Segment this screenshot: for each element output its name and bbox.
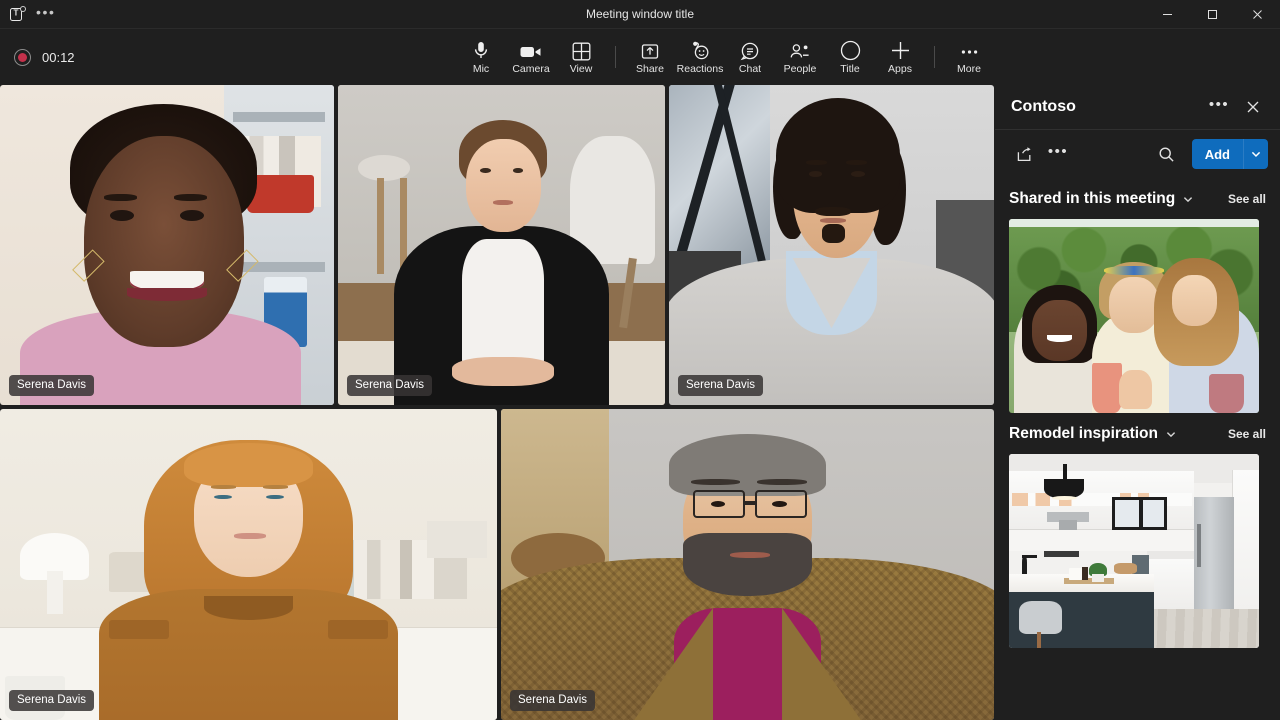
control-label: Chat: [739, 63, 761, 75]
side-panel: Contoso •••: [994, 85, 1280, 720]
video-camera-icon: [519, 39, 543, 61]
video-tile[interactable]: Serena Davis: [501, 409, 994, 720]
participant-video: [501, 409, 994, 720]
microphone-icon: [471, 39, 491, 61]
section-title: Remodel inspiration: [1009, 425, 1158, 443]
panel-header: Contoso •••: [995, 85, 1280, 130]
title-bar-left: T •••: [0, 5, 56, 24]
participant-video: [0, 85, 334, 405]
participant-video: [0, 409, 497, 720]
toolbar-divider: [615, 46, 616, 68]
add-dropdown-button[interactable]: [1243, 139, 1268, 169]
toolbar-divider: [934, 46, 935, 68]
meeting-timer: 00:12: [42, 50, 75, 65]
panel-close-button[interactable]: [1238, 92, 1268, 122]
see-all-link-remodel[interactable]: See all: [1228, 427, 1266, 441]
control-camera[interactable]: Camera: [506, 32, 556, 82]
add-split-button: Add: [1192, 139, 1268, 169]
recording-indicator: 00:12: [0, 49, 75, 66]
control-label: People: [784, 63, 817, 75]
panel-search-button[interactable]: [1152, 139, 1182, 169]
three-women-outdoors-image: [1009, 219, 1259, 413]
chat-bubble-icon: [740, 39, 760, 61]
participant-name: Serena Davis: [9, 375, 94, 396]
video-tile[interactable]: Serena Davis: [669, 85, 994, 405]
section-title: Shared in this meeting: [1009, 190, 1175, 208]
control-apps[interactable]: Apps: [875, 32, 925, 82]
share-screen-icon: [640, 39, 660, 61]
video-grid: Serena Davis Serena Davis: [0, 85, 994, 720]
grid-layout-icon: [572, 39, 591, 61]
participant-video: [338, 85, 665, 405]
panel-share-button[interactable]: [1009, 139, 1039, 169]
chevron-down-icon: [1250, 148, 1262, 160]
ellipsis-icon[interactable]: •••: [36, 5, 56, 24]
control-label: Reactions: [677, 63, 724, 75]
close-icon: [1246, 100, 1260, 114]
shared-image-thumbnail[interactable]: [1009, 219, 1259, 413]
meeting-body: Serena Davis Serena Davis: [0, 85, 1280, 720]
add-button[interactable]: Add: [1192, 139, 1243, 169]
ellipsis-icon: [959, 39, 980, 61]
control-view[interactable]: View: [556, 32, 606, 82]
control-people[interactable]: People: [775, 32, 825, 82]
control-reactions[interactable]: Reactions: [675, 32, 725, 82]
meeting-action-bar: 00:12 Mic: [0, 29, 1280, 85]
control-label: View: [570, 63, 593, 75]
maximize-icon[interactable]: [1190, 0, 1235, 29]
panel-more-button[interactable]: •••: [1204, 92, 1234, 122]
participant-name: Serena Davis: [510, 690, 595, 711]
control-label: Title: [840, 63, 859, 75]
control-label: Apps: [888, 63, 912, 75]
chevron-down-icon[interactable]: [1182, 193, 1194, 205]
ellipsis-icon: •••: [1048, 144, 1068, 165]
circle-icon: [840, 39, 861, 61]
control-share[interactable]: Share: [625, 32, 675, 82]
participant-video: [669, 85, 994, 405]
title-bar: T ••• Meeting window title: [0, 0, 1280, 29]
panel-toolbar: ••• Add: [995, 130, 1280, 178]
participant-name: Serena Davis: [347, 375, 432, 396]
window-controls: [1145, 0, 1280, 29]
section-header-remodel: Remodel inspiration See all: [1009, 425, 1266, 443]
video-tile[interactable]: Serena Davis: [0, 409, 497, 720]
control-more[interactable]: More: [944, 32, 994, 82]
panel-content: Shared in this meeting See all: [995, 178, 1280, 720]
control-label: Mic: [473, 63, 489, 75]
video-tile[interactable]: Serena Davis: [338, 85, 665, 405]
control-label: More: [957, 63, 981, 75]
section-header-shared: Shared in this meeting See all: [1009, 190, 1266, 208]
close-icon[interactable]: [1235, 0, 1280, 29]
minimize-icon[interactable]: [1145, 0, 1190, 29]
reactions-emoji-icon: [689, 39, 711, 61]
control-mic[interactable]: Mic: [456, 32, 506, 82]
panel-title: Contoso: [1011, 98, 1076, 116]
window-title: Meeting window title: [0, 7, 1280, 21]
remodel-image-thumbnail[interactable]: [1009, 454, 1259, 648]
meeting-controls: Mic Camera View: [456, 29, 994, 85]
participant-name: Serena Davis: [678, 375, 763, 396]
control-label: Share: [636, 63, 664, 75]
modern-kitchen-image: [1009, 454, 1259, 648]
people-icon: [789, 39, 811, 61]
chevron-down-icon[interactable]: [1165, 428, 1177, 440]
control-chat[interactable]: Chat: [725, 32, 775, 82]
panel-header-actions: •••: [1204, 92, 1268, 122]
search-icon: [1158, 146, 1175, 163]
video-row-top: Serena Davis Serena Davis: [0, 85, 994, 405]
plus-icon: [890, 39, 911, 61]
participant-name: Serena Davis: [9, 690, 94, 711]
ellipsis-icon: •••: [1209, 97, 1229, 118]
control-title[interactable]: Title: [825, 32, 875, 82]
record-dot-icon: [14, 49, 31, 66]
video-row-bottom: Serena Davis Serena Davis: [0, 409, 994, 720]
panel-overflow-button[interactable]: •••: [1043, 139, 1073, 169]
teams-meeting-window: T ••• Meeting window title 00:12: [0, 0, 1280, 720]
teams-logo-icon: T: [9, 6, 26, 23]
share-arrow-icon: [1016, 146, 1033, 163]
control-label: Camera: [512, 63, 549, 75]
see-all-link-shared[interactable]: See all: [1228, 192, 1266, 206]
video-tile[interactable]: Serena Davis: [0, 85, 334, 405]
